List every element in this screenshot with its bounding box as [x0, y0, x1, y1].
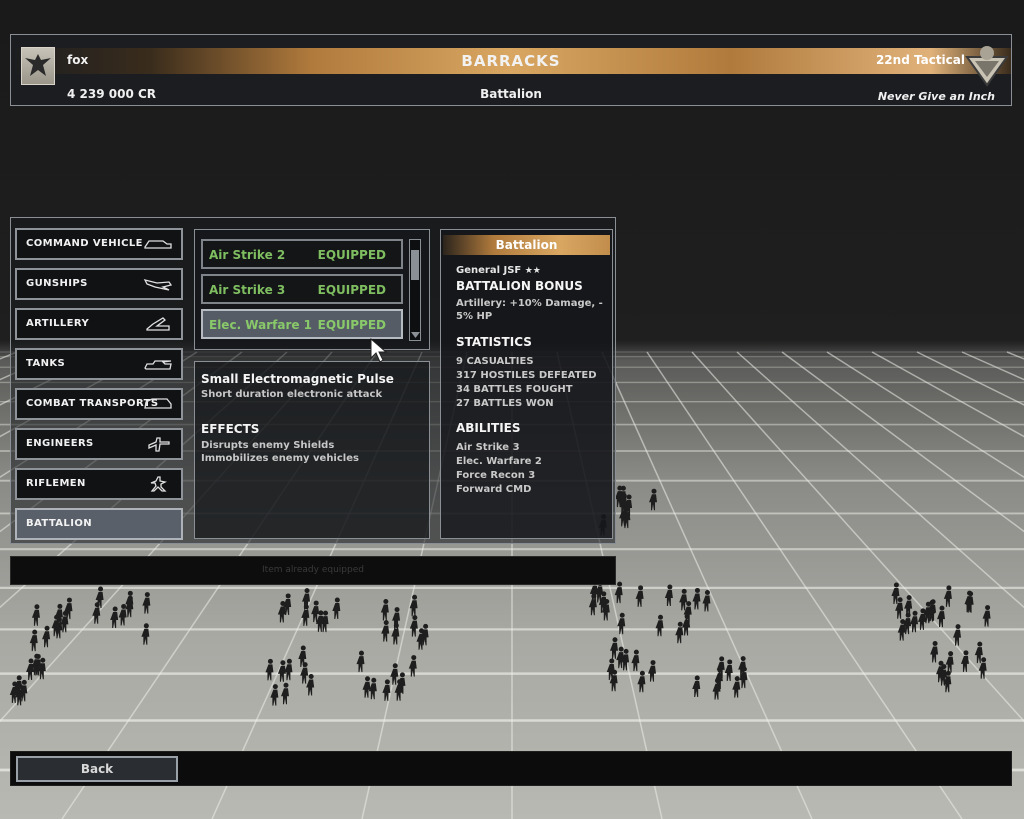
stat-line: 317 HOSTILES DEFEATED: [456, 370, 597, 381]
item-subtitle: Short duration electronic attack: [201, 389, 383, 400]
bonus-line: Artillery: +10% Damage, -: [456, 298, 603, 309]
category-label: BATTALION: [26, 518, 92, 529]
info-heading: Battalion: [443, 235, 610, 255]
effects-heading: EFFECTS: [201, 422, 260, 436]
category-label: GUNSHIPS: [26, 278, 88, 289]
stat-line: 34 BATTLES FOUGHT: [456, 384, 573, 395]
barracks-panel: COMMAND VEHICLE GUNSHIPS ARTILLERY TANKS…: [10, 217, 616, 544]
top-header: fox 4 239 000 CR BARRACKS Battalion 22nd…: [10, 34, 1012, 106]
effect-line: Disrupts enemy Shields: [201, 440, 335, 451]
effect-line: Immobilizes enemy vehicles: [201, 453, 359, 464]
category-artillery[interactable]: ARTILLERY: [15, 308, 183, 340]
scroll-down-icon[interactable]: [411, 332, 420, 338]
screen-subtitle: Battalion: [480, 87, 542, 101]
engineer-icon: [148, 437, 170, 452]
equipment-scrollbar[interactable]: [409, 239, 421, 341]
equipment-state: EQUIPPED: [317, 248, 386, 262]
bonus-line: 5% HP: [456, 311, 493, 322]
stat-line: 9 CASUALTIES: [456, 356, 534, 367]
bonus-heading: BATTALION BONUS: [456, 279, 583, 293]
mouse-cursor-icon: [370, 338, 388, 363]
transport-icon: [144, 398, 172, 409]
ability-line: Air Strike 3: [456, 442, 520, 453]
category-combat-transports[interactable]: COMBAT TRANSPORTS: [15, 388, 183, 420]
status-message: Item already equipped: [10, 556, 616, 585]
category-gunships[interactable]: GUNSHIPS: [15, 268, 183, 300]
back-button[interactable]: Back: [16, 756, 178, 782]
statistics-heading: STATISTICS: [456, 335, 532, 349]
category-label: COMMAND VEHICLE: [26, 238, 143, 249]
category-label: ARTILLERY: [26, 318, 90, 329]
general-name: General JSF ★★: [456, 264, 541, 279]
category-label: COMBAT TRANSPORTS: [26, 398, 159, 409]
battalion-info: Battalion General JSF ★★ BATTALION BONUS…: [440, 229, 613, 539]
gunship-icon: [143, 279, 173, 291]
category-label: ENGINEERS: [26, 438, 94, 449]
category-engineers[interactable]: ENGINEERS: [15, 428, 183, 460]
general-label: General JSF: [456, 265, 522, 276]
equipment-item[interactable]: Air Strike 3 EQUIPPED: [201, 274, 403, 304]
ability-line: Elec. Warfare 2: [456, 456, 542, 467]
equipment-name: Air Strike 2: [209, 248, 286, 262]
category-battalion[interactable]: BATTALION: [15, 508, 183, 540]
equipment-item[interactable]: Air Strike 2 EQUIPPED: [201, 239, 403, 269]
ability-line: Forward CMD: [456, 484, 532, 495]
category-tanks[interactable]: TANKS: [15, 348, 183, 380]
scrollbar-thumb[interactable]: [411, 250, 419, 280]
ability-line: Force Recon 3: [456, 470, 536, 481]
command-vehicle-icon: [144, 240, 172, 249]
equipment-state: EQUIPPED: [317, 283, 386, 297]
equipment-item-selected[interactable]: Elec. Warfare 1 EQUIPPED: [201, 309, 403, 339]
bottom-bar: Back: [10, 751, 1012, 786]
tank-icon: [144, 360, 172, 370]
faction-motto: Never Give an Inch: [877, 90, 995, 103]
category-label: TANKS: [26, 358, 66, 369]
faction-chevron-icon: [965, 43, 1009, 87]
artillery-icon: [146, 317, 170, 331]
category-riflemen[interactable]: RIFLEMEN: [15, 468, 183, 500]
stat-line: 27 BATTLES WON: [456, 398, 554, 409]
faction-name: 22nd Tactical: [875, 53, 965, 67]
category-label: RIFLEMEN: [26, 478, 86, 489]
equipment-name: Elec. Warfare 1: [209, 318, 313, 332]
rifleman-icon: [150, 476, 167, 492]
category-command-vehicle[interactable]: COMMAND VEHICLE: [15, 228, 183, 260]
screen-title: BARRACKS: [461, 52, 561, 70]
rank-stars-icon: ★★: [524, 266, 541, 276]
item-title: Small Electromagnetic Pulse: [201, 372, 394, 386]
equipment-name: Air Strike 3: [209, 283, 286, 297]
item-description: Small Electromagnetic Pulse Short durati…: [194, 361, 430, 539]
equipment-list: Air Strike 2 EQUIPPED Air Strike 3 EQUIP…: [194, 229, 430, 350]
equipment-state: EQUIPPED: [317, 318, 386, 332]
abilities-heading: ABILITIES: [456, 421, 521, 435]
